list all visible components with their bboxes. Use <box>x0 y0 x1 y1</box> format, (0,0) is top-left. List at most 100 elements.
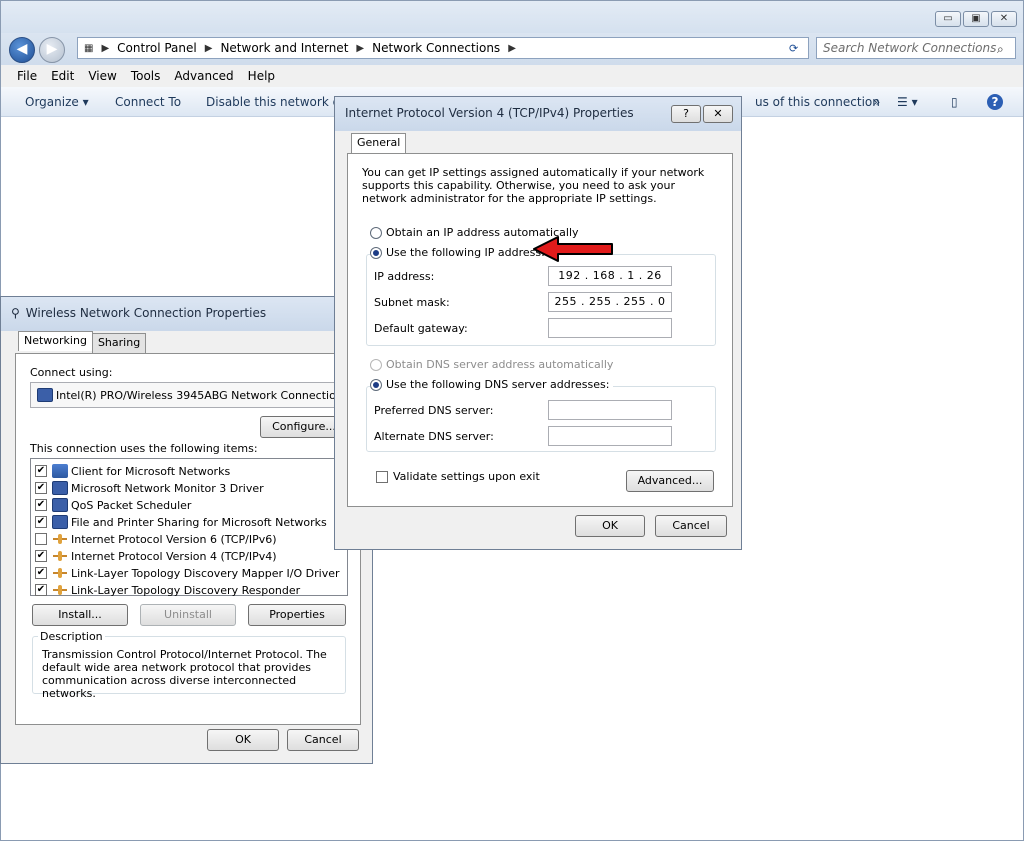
chevron-right-icon: ▶ <box>204 42 213 54</box>
organize-button[interactable]: Organize ▾ <box>25 95 89 109</box>
close-dialog-button[interactable]: ✕ <box>703 105 733 123</box>
item-checkbox[interactable]: ✔ <box>35 584 47 596</box>
item-checkbox[interactable]: ✔ <box>35 499 47 511</box>
wireless-dialog-titlebar: ⚲ Wireless Network Connection Properties <box>1 297 372 331</box>
use-following-ip-radio[interactable]: Use the following IP address: <box>370 246 549 259</box>
protocol-icon <box>52 583 68 597</box>
subnet-mask-label: Subnet mask: <box>374 296 450 309</box>
list-item[interactable]: ✔ Microsoft Network Monitor 3 Driver <box>35 480 264 496</box>
search-input[interactable]: Search Network Connections <box>816 37 1016 59</box>
close-button[interactable]: ✕ <box>991 11 1017 27</box>
obtain-dns-auto-radio[interactable]: Obtain DNS server address automatically <box>370 358 613 371</box>
back-button[interactable]: ◀ <box>9 37 35 63</box>
advanced-button[interactable]: Advanced... <box>626 470 714 492</box>
list-item[interactable]: ✔ Link-Layer Topology Discovery Mapper I/… <box>35 565 340 581</box>
list-item[interactable]: Internet Protocol Version 6 (TCP/IPv6) <box>35 531 277 547</box>
maximize-button[interactable]: ▣ <box>963 11 989 27</box>
tab-sharing[interactable]: Sharing <box>91 333 147 353</box>
item-label: Internet Protocol Version 4 (TCP/IPv4) <box>71 549 277 563</box>
properties-button[interactable]: Properties <box>248 604 346 626</box>
radio-label: Use the following IP address: <box>386 246 545 259</box>
description-text: Transmission Control Protocol/Internet P… <box>42 648 327 700</box>
network-folder-icon: ▦ <box>84 42 94 54</box>
monitor-icon <box>52 515 68 529</box>
ipv4-cancel-button[interactable]: Cancel <box>655 515 727 537</box>
adapter-name: Intel(R) PRO/Wireless 3945ABG Network Co… <box>56 388 343 402</box>
list-item[interactable]: ✔ File and Printer Sharing for Microsoft … <box>35 514 327 530</box>
help-button[interactable]: ? <box>671 105 701 123</box>
items-list[interactable]: ✔ Client for Microsoft Networks ✔ Microsof… <box>30 458 348 598</box>
wireless-properties-dialog: ⚲ Wireless Network Connection Properties … <box>0 296 373 764</box>
item-checkbox[interactable] <box>35 533 47 545</box>
chevron-right-icon: ▶ <box>101 42 110 54</box>
alternate-dns-label: Alternate DNS server: <box>374 430 494 443</box>
monitor-icon <box>52 498 68 512</box>
menu-edit[interactable]: Edit <box>45 65 82 87</box>
wireless-cancel-button[interactable]: Cancel <box>287 729 359 751</box>
ipv4-ok-button[interactable]: OK <box>575 515 645 537</box>
wireless-network-icon: ⚲ <box>11 306 20 320</box>
uninstall-button[interactable]: Uninstall <box>140 604 236 626</box>
install-button[interactable]: Install... <box>32 604 128 626</box>
item-label: Internet Protocol Version 6 (TCP/IPv6) <box>71 532 277 546</box>
item-checkbox[interactable]: ✔ <box>35 465 47 477</box>
networking-panel: Connect using: Intel(R) PRO/Wireless 394… <box>15 353 361 725</box>
protocol-icon <box>52 549 68 563</box>
ipv4-tabs: General <box>351 133 407 155</box>
connect-to-button[interactable]: Connect To <box>115 95 181 109</box>
breadcrumb-network-connections[interactable]: Network Connections <box>372 41 500 55</box>
item-label: QoS Packet Scheduler <box>71 498 192 512</box>
chevron-right-icon: ▶ <box>508 42 516 54</box>
item-checkbox[interactable]: ✔ <box>35 516 47 528</box>
subnet-mask-input[interactable]: 255 . 255 . 255 . 0 <box>548 292 672 312</box>
menu-tools[interactable]: Tools <box>125 65 169 87</box>
item-label: File and Printer Sharing for Microsoft N… <box>71 515 327 529</box>
more-commands-button[interactable]: » <box>873 95 880 109</box>
item-checkbox[interactable]: ✔ <box>35 550 47 562</box>
item-checkbox[interactable]: ✔ <box>35 567 47 579</box>
refresh-icon[interactable]: ⟳ <box>789 42 798 55</box>
tab-general[interactable]: General <box>351 133 407 153</box>
use-following-dns-radio[interactable]: Use the following DNS server addresses: <box>370 378 614 391</box>
menu-help[interactable]: Help <box>242 65 283 87</box>
view-options-icon[interactable]: ☰ ▾ <box>897 95 918 109</box>
preferred-dns-input[interactable] <box>548 400 672 420</box>
general-panel: You can get IP settings assigned automat… <box>347 153 733 507</box>
protocol-icon <box>52 532 68 546</box>
menu-advanced[interactable]: Advanced <box>168 65 241 87</box>
menu-file[interactable]: File <box>11 65 45 87</box>
validate-checkbox[interactable]: Validate settings upon exit <box>376 470 540 483</box>
checkbox-label: Validate settings upon exit <box>393 470 540 483</box>
wireless-ok-button[interactable]: OK <box>207 729 279 751</box>
breadcrumb-control-panel[interactable]: Control Panel <box>117 41 197 55</box>
address-row: ◀ ▶ ▦ ▶ Control Panel ▶ Network and Inte… <box>1 33 1023 65</box>
adapter-icon <box>37 388 53 402</box>
search-icon[interactable]: ⌕ <box>997 42 1004 57</box>
help-icon[interactable]: ? <box>987 94 1003 110</box>
radio-dot <box>370 226 382 239</box>
item-checkbox[interactable]: ✔ <box>35 482 47 494</box>
list-item-selected[interactable]: ✔ Internet Protocol Version 4 (TCP/IPv4) <box>35 548 277 564</box>
minimize-button[interactable]: ▭ <box>935 11 961 27</box>
intro-text: You can get IP settings assigned automat… <box>362 166 705 205</box>
explorer-titlebar: ▭ ▣ ✕ <box>1 1 1023 33</box>
tab-networking[interactable]: Networking <box>18 331 93 351</box>
alternate-dns-input[interactable] <box>548 426 672 446</box>
breadcrumb-network-internet[interactable]: Network and Internet <box>220 41 348 55</box>
wireless-tabs: Networking Sharing <box>18 331 147 353</box>
address-bar[interactable]: ▦ ▶ Control Panel ▶ Network and Internet… <box>77 37 809 59</box>
menu-view[interactable]: View <box>82 65 124 87</box>
client-icon <box>52 464 68 478</box>
item-label: Microsoft Network Monitor 3 Driver <box>71 481 264 495</box>
preview-pane-icon[interactable]: ▯ <box>951 95 958 109</box>
item-label: Link-Layer Topology Discovery Mapper I/O… <box>71 566 340 580</box>
list-item[interactable]: ✔ QoS Packet Scheduler <box>35 497 191 513</box>
ipv4-properties-dialog: Internet Protocol Version 4 (TCP/IPv4) P… <box>334 96 742 550</box>
default-gateway-input[interactable] <box>548 318 672 338</box>
forward-button[interactable]: ▶ <box>39 37 65 63</box>
radio-label: Obtain DNS server address automatically <box>386 358 614 371</box>
list-item[interactable]: ✔ Client for Microsoft Networks <box>35 463 230 479</box>
list-item[interactable]: ✔ Link-Layer Topology Discovery Responder <box>35 582 300 598</box>
view-status-button[interactable]: us of this connection <box>755 95 880 109</box>
ip-address-input[interactable]: 192 . 168 . 1 . 26 <box>548 266 672 286</box>
